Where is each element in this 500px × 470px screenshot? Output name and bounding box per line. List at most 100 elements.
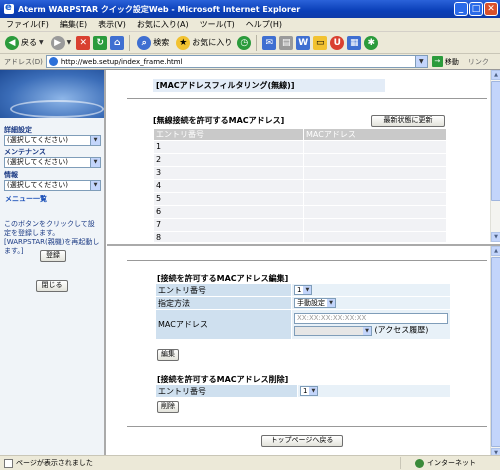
entry-number-cell: 2 (153, 153, 304, 167)
delete-form: エントリ番号 1 ▼ (155, 384, 451, 398)
go-arrow-icon: → (431, 56, 443, 67)
menu-tools[interactable]: ツール(T) (200, 19, 235, 30)
history-icon[interactable]: ◷ (237, 35, 252, 50)
form-row: 指定方法 手動設定 ▼ (155, 296, 451, 310)
refresh-status-button[interactable]: 最新状態に更新 (371, 115, 445, 127)
mac-cell (303, 179, 447, 193)
edit-word-icon[interactable]: W (296, 35, 311, 50)
scroll-up-icon[interactable]: ▲ (491, 70, 500, 80)
entry-number-cell: 7 (153, 218, 304, 232)
advanced-settings-select-value: (選択してください) (7, 136, 69, 144)
chevron-down-icon[interactable]: ▼ (414, 56, 427, 67)
page-title: [MACアドレスフィルタリング(無線)] (153, 79, 385, 92)
menu-file[interactable]: ファイル(F) (6, 19, 49, 30)
security-zone: インターネット (400, 457, 476, 469)
entry-number-cell: 6 (153, 205, 304, 219)
research-icon[interactable]: ▦ (347, 35, 362, 50)
divider (127, 426, 487, 427)
address-input[interactable]: http://web.setup/index_frame.html ▼ (45, 55, 428, 68)
method-value: 手動設定 (297, 299, 325, 307)
chevron-down-icon: ▼ (309, 387, 318, 395)
menu-edit[interactable]: 編集(E) (60, 19, 87, 30)
info-select[interactable]: (選択してください) ▼ (4, 180, 101, 191)
table-row: 7 (153, 218, 447, 232)
entry-number-select[interactable]: 1 ▼ (294, 285, 313, 295)
back-button[interactable]: ◀ 戻る ▼ (3, 34, 46, 52)
address-label: アドレス(D) (4, 57, 43, 66)
mac-address-label: MACアドレス (155, 309, 292, 340)
entry-number-label: エントリ番号 (155, 283, 292, 297)
toolbar-divider (256, 34, 258, 51)
edit-button[interactable]: 編集 (157, 349, 179, 361)
register-button[interactable]: 登録 (40, 250, 66, 262)
scroll-down-icon[interactable]: ▼ (491, 232, 500, 242)
window-title: Aterm WARPSTAR クイック設定Web - Microsoft Int… (18, 4, 301, 14)
column-header-entry: エントリ番号 (153, 128, 304, 141)
table-row: 2 (153, 153, 447, 167)
forward-arrow-icon: ▶ (50, 35, 65, 50)
maintenance-label: メンテナンス (4, 148, 46, 156)
favorites-button[interactable]: ★ お気に入り (174, 34, 234, 52)
entry-number-cell: 4 (153, 179, 304, 193)
close-button[interactable]: 閉じる (36, 280, 68, 292)
mac-cell (303, 205, 447, 219)
scroll-thumb[interactable] (491, 257, 500, 447)
print-icon[interactable]: ▤ (279, 35, 294, 50)
menu-view[interactable]: 表示(V) (98, 19, 126, 30)
table-row: 6 (153, 205, 447, 219)
mail-icon[interactable]: ✉ (262, 35, 277, 50)
refresh-icon[interactable]: ↻ (93, 35, 108, 50)
menu-favorites[interactable]: お気に入り(A) (137, 19, 189, 30)
form-row: MACアドレス XX:XX:XX:XX:XX:XX ▼ (アクセス履歴) (155, 309, 451, 340)
mac-cell (303, 153, 447, 167)
chevron-down-icon: ▼ (327, 299, 335, 307)
maintenance-select[interactable]: (選択してください) ▼ (4, 157, 101, 168)
delete-entry-select[interactable]: 1 ▼ (300, 386, 319, 396)
mac-list-frame: [MACアドレスフィルタリング(無線)] [無線接続を許可するMACアドレス] … (107, 70, 500, 242)
table-row: 4 (153, 179, 447, 193)
entry-number-cell: 1 (153, 140, 304, 154)
home-icon[interactable]: ⌂ (110, 35, 125, 50)
delete-entry-value: 1 (303, 387, 308, 395)
menu-bar: ファイル(F) 編集(E) 表示(V) お気に入り(A) ツール(T) ヘルプ(… (0, 18, 500, 32)
info-label: 情報 (4, 171, 18, 179)
mac-cell (303, 192, 447, 206)
entry-number-cell: 3 (153, 166, 304, 180)
method-cell: 手動設定 ▼ (291, 296, 451, 310)
toolbar: ◀ 戻る ▼ ▶ ▼ ✕ ↻ ⌂ ⌕ 検索 ★ お気に入り ◷ ✉ ▤ W ▭ … (0, 32, 500, 54)
window-controls: _ □ ✕ (454, 2, 498, 16)
bottom-frame-scrollbar[interactable]: ▲ ▼ (490, 246, 500, 456)
back-to-top-button[interactable]: トップページへ戻る (261, 435, 343, 447)
top-frame-scrollbar[interactable]: ▲ ▼ (490, 70, 500, 242)
search-button[interactable]: ⌕ 検索 (135, 34, 171, 52)
access-history-label: (アクセス履歴) (374, 325, 429, 335)
toolbar-divider (129, 34, 131, 51)
forward-button[interactable]: ▶ ▼ (49, 34, 74, 52)
ie-icon (4, 2, 14, 14)
scroll-up-icon[interactable]: ▲ (491, 246, 500, 256)
mac-address-input[interactable]: XX:XX:XX:XX:XX:XX (294, 313, 448, 324)
minimize-button[interactable]: _ (454, 2, 468, 16)
scroll-thumb[interactable] (491, 81, 500, 201)
messenger-icon[interactable]: U (330, 35, 345, 50)
folder-icon[interactable]: ▭ (313, 35, 328, 50)
zone-label: インターネット (427, 459, 476, 467)
addon-icon[interactable]: ✱ (364, 35, 379, 50)
maximize-button[interactable]: □ (469, 2, 483, 16)
menu-list-link[interactable]: メニュー一覧 (5, 194, 47, 204)
back-label: 戻る (21, 38, 37, 47)
links-label[interactable]: リンク (468, 57, 489, 67)
method-select[interactable]: 手動設定 ▼ (294, 298, 336, 308)
delete-button[interactable]: 削除 (157, 401, 179, 413)
close-window-button[interactable]: ✕ (484, 2, 498, 16)
table-header-row: エントリ番号 MACアドレス (153, 128, 447, 141)
advanced-settings-section: 詳細設定 (選択してください) ▼ (4, 125, 101, 146)
menu-help[interactable]: ヘルプ(H) (246, 19, 282, 30)
advanced-settings-select[interactable]: (選択してください) ▼ (4, 135, 101, 146)
stop-icon[interactable]: ✕ (76, 35, 91, 50)
go-button[interactable]: → 移動 (431, 56, 459, 67)
entry-number-value: 1 (297, 286, 302, 294)
entry-number-cell: 8 (153, 231, 304, 242)
form-row: エントリ番号 1 ▼ (155, 384, 451, 398)
chevron-down-icon: ▼ (66, 39, 72, 46)
